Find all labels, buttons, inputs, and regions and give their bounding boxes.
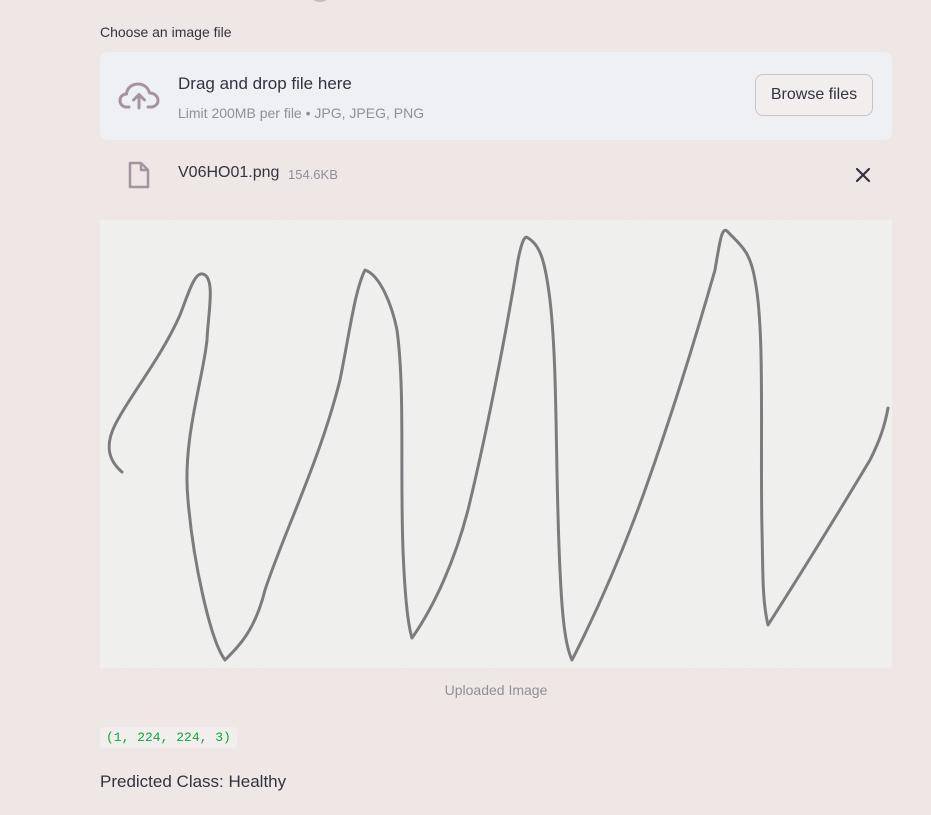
file-dropzone[interactable]: Drag and drop file here Limit 200MB per … <box>100 52 892 140</box>
cloud-upload-icon <box>118 82 160 110</box>
dropzone-title: Drag and drop file here <box>178 74 352 93</box>
uploader-label: Choose an image file <box>100 24 232 40</box>
paper-texture <box>100 220 892 668</box>
file-icon <box>128 161 150 189</box>
uploaded-file-row: V06HO01.png 154.6KB <box>100 152 892 196</box>
file-name: V06HO01.png <box>178 164 280 181</box>
uploaded-image <box>100 220 892 668</box>
close-icon[interactable] <box>852 164 874 186</box>
file-size: 154.6KB <box>288 167 338 182</box>
image-caption: Uploaded Image <box>444 682 548 698</box>
shape-output: (1, 224, 224, 3) <box>100 727 237 748</box>
predicted-class-text: Predicted Class: Healthy <box>100 772 287 791</box>
dropzone-subtitle: Limit 200MB per file • JPG, JPEG, PNG <box>178 105 425 121</box>
browse-files-button[interactable]: Browse files <box>755 74 873 116</box>
partial-element <box>312 0 328 2</box>
